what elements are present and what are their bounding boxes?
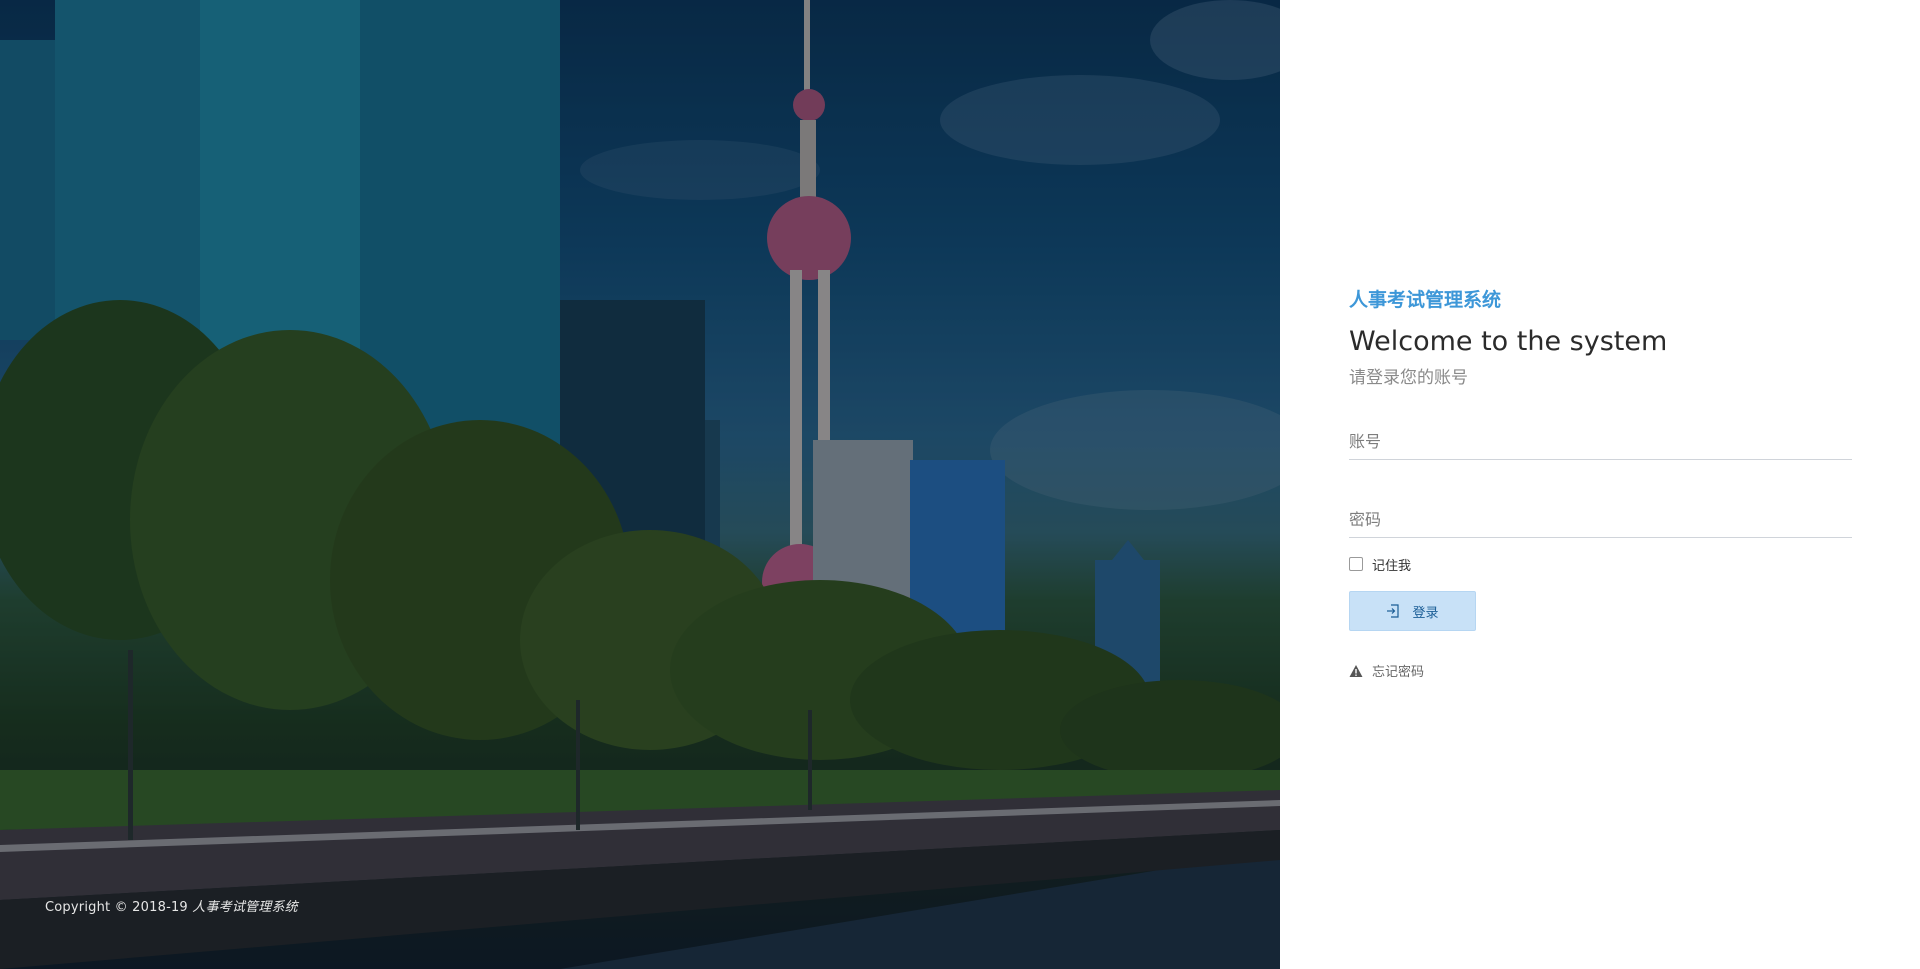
login-button-label: 登录	[1412, 605, 1439, 621]
hero-dark-overlay	[0, 0, 1280, 969]
welcome-heading: Welcome to the system	[1349, 326, 1668, 357]
copyright-text: Copyright © 2018-19 人事考试管理系统	[45, 896, 298, 915]
remember-me-checkbox[interactable]	[1349, 557, 1363, 571]
forgot-password-label: 忘记密码	[1372, 665, 1425, 680]
password-input[interactable]	[1349, 504, 1852, 538]
copyright-prefix: Copyright © 2018-19	[45, 900, 188, 915]
login-panel: 人事考试管理系统 Welcome to the system 请登录您的账号 记…	[1280, 0, 1920, 969]
login-subtitle: 请登录您的账号	[1349, 368, 1468, 388]
login-form: 人事考试管理系统 Welcome to the system 请登录您的账号 记…	[1349, 285, 1852, 680]
remember-me-label: 记住我	[1372, 558, 1412, 574]
warning-icon	[1349, 664, 1363, 678]
copyright-brand: 人事考试管理系统	[192, 900, 298, 915]
remember-me-row[interactable]: 记住我	[1349, 554, 1852, 574]
forgot-password-link[interactable]: 忘记密码	[1349, 661, 1852, 680]
login-page: Copyright © 2018-19 人事考试管理系统 人事考试管理系统 We…	[0, 0, 1920, 969]
login-button[interactable]: 登录	[1349, 591, 1476, 631]
account-input[interactable]	[1349, 426, 1852, 460]
sign-in-icon	[1386, 604, 1400, 618]
app-title: 人事考试管理系统	[1349, 289, 1502, 311]
hero-image: Copyright © 2018-19 人事考试管理系统	[0, 0, 1280, 969]
